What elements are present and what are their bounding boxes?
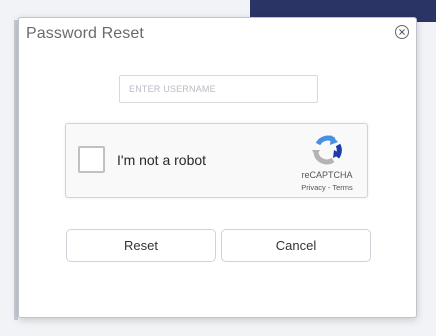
username-input[interactable] bbox=[119, 75, 318, 103]
privacy-link[interactable]: Privacy bbox=[301, 183, 326, 192]
cancel-button[interactable]: Cancel bbox=[221, 229, 371, 262]
recaptcha-links: Privacy - Terms bbox=[288, 183, 366, 192]
close-button[interactable] bbox=[395, 25, 409, 39]
captcha-checkbox[interactable] bbox=[78, 146, 105, 173]
password-reset-dialog: Password Reset I'm not a robot reCAPTCHA… bbox=[18, 17, 417, 318]
close-icon bbox=[399, 29, 405, 35]
captcha-label: I'm not a robot bbox=[117, 152, 207, 168]
recaptcha-logo-icon bbox=[312, 135, 342, 165]
recaptcha-brand: reCAPTCHA bbox=[301, 170, 353, 180]
terms-link[interactable]: Terms bbox=[332, 183, 352, 192]
recaptcha-widget: I'm not a robot reCAPTCHA Privacy - Term… bbox=[65, 123, 368, 198]
dialog-title: Password Reset bbox=[26, 25, 144, 42]
reset-button[interactable]: Reset bbox=[66, 229, 216, 262]
